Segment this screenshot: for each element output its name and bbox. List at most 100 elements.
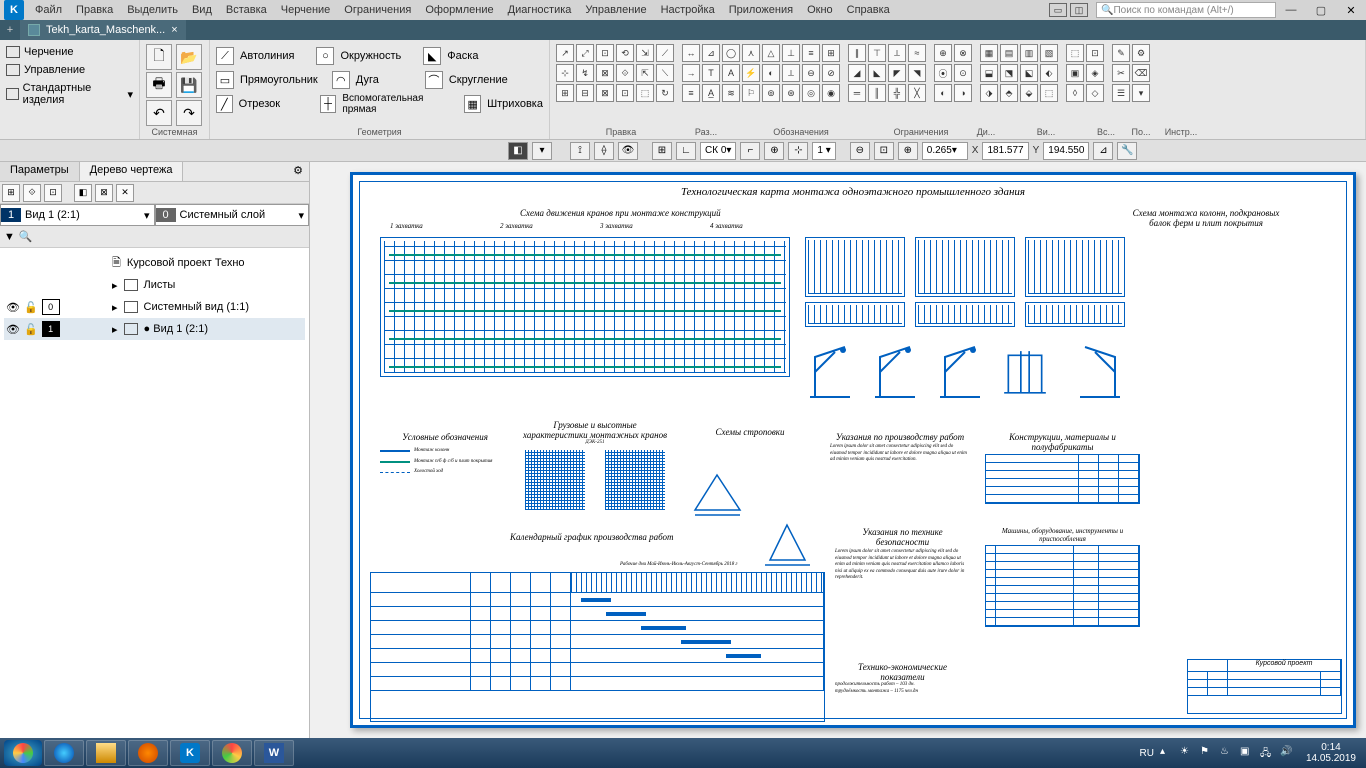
menu-constraints[interactable]: Ограничения (337, 4, 418, 16)
tool-icon[interactable]: ⬔ (1000, 64, 1018, 82)
menu-settings[interactable]: Настройка (654, 4, 722, 16)
redo-button[interactable]: ↷ (176, 100, 202, 126)
taskbar-clock[interactable]: 0:14 14.05.2019 (1300, 742, 1362, 764)
tree-row[interactable]: 🗎 Курсовой проект Техно (4, 252, 305, 274)
tool-icon[interactable]: ⋏ (742, 44, 760, 62)
layout-btn-2[interactable]: ◫ (1070, 3, 1088, 17)
tool-icon[interactable]: ↔ (682, 44, 700, 62)
tool-icon[interactable]: ╬ (888, 84, 906, 102)
side-standard[interactable]: Стандартные изделия ▾ (4, 80, 135, 108)
tray-icon[interactable]: ▴ (1160, 746, 1174, 760)
drawing-canvas[interactable]: Технологическая карта монтажа одноэтажно… (310, 162, 1366, 738)
tool-icon[interactable]: ⊘ (822, 64, 840, 82)
segment-icon[interactable]: ╱ (216, 95, 233, 113)
tray-icon[interactable]: ♨ (1220, 746, 1234, 760)
tool-icon[interactable]: ║ (868, 84, 886, 102)
menu-manage[interactable]: Управление (578, 4, 653, 16)
tool-icon[interactable]: ⬚ (1066, 44, 1084, 62)
gear-icon[interactable]: ⚙ (287, 162, 309, 181)
tool-icon[interactable]: ╳ (908, 84, 926, 102)
tool-icon[interactable]: ⤢ (576, 44, 594, 62)
tray-icon[interactable]: ▣ (1240, 746, 1254, 760)
tree-btn[interactable]: ⟐ (23, 184, 41, 202)
tool-icon[interactable]: ↻ (656, 84, 674, 102)
tool-icon[interactable]: ≡ (802, 44, 820, 62)
layer-select[interactable]: 0Системный слой▾ (155, 204, 310, 226)
print-button[interactable]: 🖶 (146, 72, 172, 98)
taskbar-ie[interactable] (44, 740, 84, 766)
tool-icon[interactable]: ⬙ (1020, 84, 1038, 102)
expand-icon[interactable]: ▸ (112, 279, 118, 292)
minimize-button[interactable]: — (1276, 0, 1306, 20)
cs-select[interactable]: СК 0 ▾ (700, 142, 736, 160)
chamfer-button[interactable]: Фаска (447, 50, 478, 62)
tool-icon[interactable]: ⬓ (980, 64, 998, 82)
tb-icon[interactable]: ⟟ (570, 142, 590, 160)
autoline-icon[interactable]: ⟋ (216, 47, 234, 65)
tb-icon[interactable]: ⊹ (788, 142, 808, 160)
tool-icon[interactable]: ✂ (1112, 64, 1130, 82)
tree-row[interactable]: 👁🔓0 ▸ Системный вид (1:1) (4, 296, 305, 318)
tool-icon[interactable]: ◈ (1086, 64, 1104, 82)
dock-tab-params[interactable]: Параметры (0, 162, 80, 181)
tree-row[interactable]: ▸ Листы (4, 274, 305, 296)
segment-button[interactable]: Отрезок (239, 98, 280, 110)
tool-icon[interactable]: ⊹ (556, 64, 574, 82)
tree-row[interactable]: 👁🔓1 ▸ ● Вид 1 (2:1) (4, 318, 305, 340)
tool-icon[interactable]: ◊ (1066, 84, 1084, 102)
eye-icon[interactable]: 👁 (6, 323, 20, 336)
tool-icon[interactable]: ⬚ (636, 84, 654, 102)
arc-button[interactable]: Дуга (356, 74, 379, 86)
search-icon[interactable]: 🔍 (19, 230, 33, 243)
tool-icon[interactable]: ⊕ (934, 44, 952, 62)
auxline-button[interactable]: Вспомогательная прямая (342, 93, 450, 115)
command-search[interactable]: 🔍 Поиск по командам (Alt+/) (1096, 2, 1276, 18)
zoom-value[interactable]: 0.265 ▾ (922, 142, 968, 160)
tool-icon[interactable]: ◑ (954, 84, 972, 102)
tree-btn[interactable]: ⊠ (95, 184, 113, 202)
tool-icon[interactable]: ⬘ (1000, 84, 1018, 102)
taskbar-media[interactable] (128, 740, 168, 766)
tool-icon[interactable]: ⊛ (782, 84, 800, 102)
view-select[interactable]: 1Вид 1 (2:1)▾ (0, 204, 155, 226)
hatch-button[interactable]: Штриховка (487, 98, 543, 110)
tool-icon[interactable]: ⇲ (636, 44, 654, 62)
tool-icon[interactable]: ⊗ (954, 44, 972, 62)
menu-view[interactable]: Вид (185, 4, 219, 16)
tb-icon[interactable]: ⊿ (1093, 142, 1113, 160)
dock-tab-tree[interactable]: Дерево чертежа (80, 162, 184, 181)
tool-icon[interactable]: ▧ (1040, 44, 1058, 62)
tool-icon[interactable]: ⊙ (954, 64, 972, 82)
tool-icon[interactable]: ↗ (556, 44, 574, 62)
tool-icon[interactable]: T (702, 64, 720, 82)
tool-icon[interactable]: ≈ (908, 44, 926, 62)
taskbar-word[interactable]: W (254, 740, 294, 766)
tab-close-icon[interactable]: × (171, 24, 177, 36)
tool-icon[interactable]: ⊥ (782, 44, 800, 62)
tool-icon[interactable]: ◣ (868, 64, 886, 82)
arc-icon[interactable]: ◠ (332, 71, 350, 89)
tool-icon[interactable]: ⊡ (596, 44, 614, 62)
tool-icon[interactable]: ▥ (1020, 44, 1038, 62)
tool-icon[interactable]: ⊖ (802, 64, 820, 82)
tb-icon[interactable]: ⌐ (740, 142, 760, 160)
lock-icon[interactable]: 🔓 (24, 323, 38, 336)
tool-icon[interactable]: ⟂ (782, 64, 800, 82)
volume-icon[interactable]: 🔊 (1280, 746, 1294, 760)
axes-icon[interactable]: ∟ (676, 142, 696, 160)
tool-icon[interactable]: ⊞ (556, 84, 574, 102)
rect-icon[interactable]: ▭ (216, 71, 234, 89)
taskbar-kompas[interactable]: K (170, 740, 210, 766)
expand-icon[interactable]: ▸ (112, 323, 118, 336)
tool-icon[interactable]: ⊿ (702, 44, 720, 62)
lang-indicator[interactable]: RU (1139, 748, 1153, 759)
filter-icon[interactable]: ▼ (4, 231, 15, 243)
tb-icon[interactable]: 👁 (618, 142, 638, 160)
tool-icon[interactable]: ═ (848, 84, 866, 102)
open-button[interactable]: 📂 (176, 44, 202, 70)
network-icon[interactable]: 🖧 (1260, 746, 1274, 760)
tree-btn[interactable]: ✕ (116, 184, 134, 202)
menu-select[interactable]: Выделить (120, 4, 185, 16)
tool-icon[interactable]: ⊡ (616, 84, 634, 102)
coord-x[interactable]: 181.577 (982, 142, 1028, 160)
